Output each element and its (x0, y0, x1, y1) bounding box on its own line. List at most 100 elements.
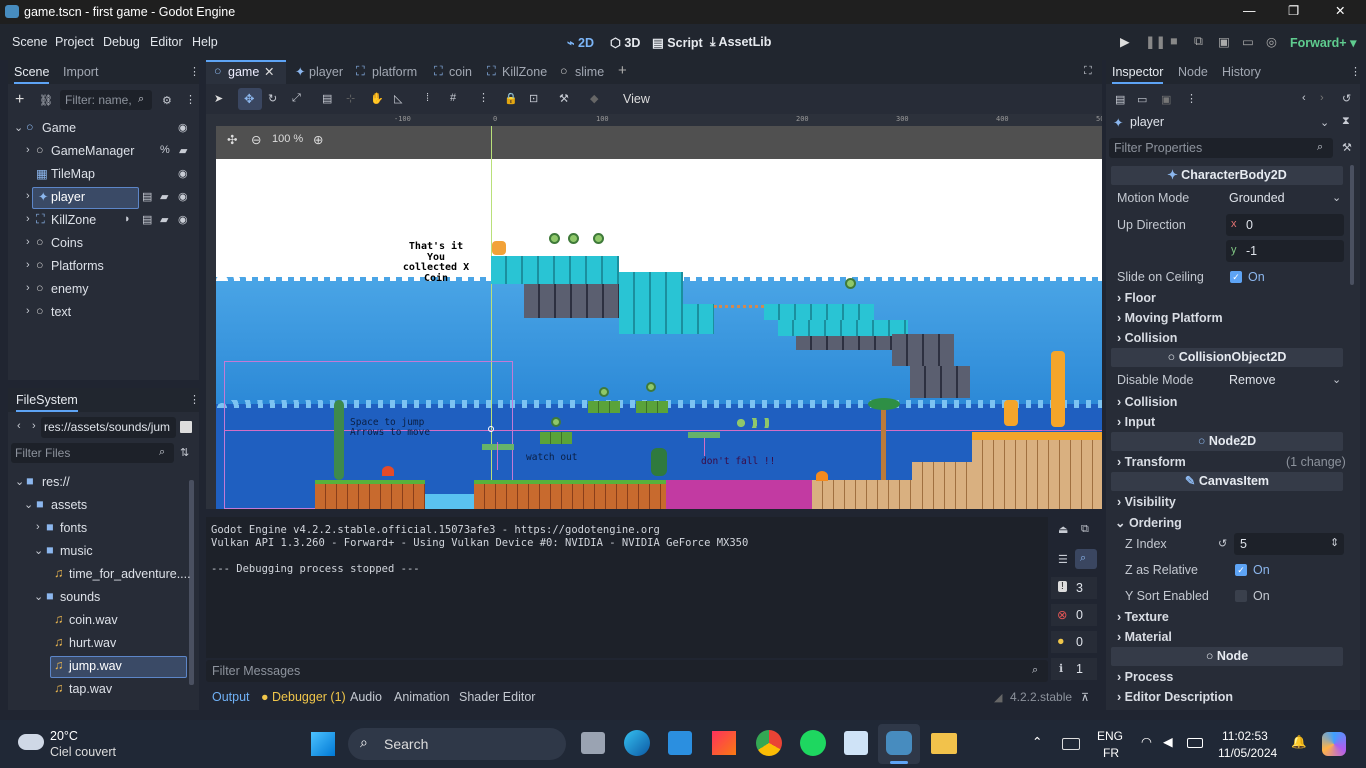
tree-item-killzone[interactable]: › ⛶ KillZone ◗ ▤ ▰ ◉ (8, 210, 199, 232)
tab-scene[interactable]: Scene (14, 65, 50, 84)
clock-date[interactable]: 11/05/2024 (1218, 746, 1277, 760)
close-button[interactable]: ✕ (1335, 3, 1345, 18)
pause-icon[interactable]: ❚❚ (1145, 34, 1166, 49)
tab-audio[interactable]: Audio (350, 690, 382, 704)
dock-menu-icon[interactable]: ⋮ (1350, 65, 1361, 78)
tab-import[interactable]: Import (63, 65, 98, 79)
fs-item-res[interactable]: ⌄ ■ res:// (8, 472, 199, 494)
scene-menu-icon[interactable]: ⋮ (185, 93, 196, 106)
clapper-icon[interactable]: ▤ (142, 213, 152, 226)
temperature[interactable]: 20°C (50, 729, 78, 743)
wifi-icon[interactable]: ◠ (1141, 734, 1152, 749)
workspace-3d[interactable]: ⬡ 3D (610, 35, 640, 50)
pan-tool-icon[interactable]: ✋ (370, 92, 384, 105)
tab-node[interactable]: Node (1178, 65, 1208, 79)
zoom-out-icon[interactable]: ⊖ (251, 132, 261, 147)
canvas-viewport[interactable]: -100 0 100 200 300 400 500 ✣ ⊖ 100 % ⊕ T… (206, 114, 1102, 509)
fs-item-fonts[interactable]: › ■ fonts (8, 518, 199, 540)
play-scene-icon[interactable]: ▭ (1242, 34, 1254, 49)
filter-messages-input[interactable]: Filter Messages ⌕ (206, 660, 1048, 682)
pin-panel-icon[interactable]: ⊼ (1081, 691, 1089, 704)
revert-icon[interactable]: ↺ (1218, 537, 1227, 550)
filter-properties-input[interactable]: Filter Properties ⌕ (1109, 138, 1333, 158)
chevron-down-icon[interactable]: ⌄ (1320, 116, 1329, 129)
filter-options-icon[interactable]: ⚙ (162, 94, 172, 107)
up-direction-y-field[interactable]: y -1 (1226, 240, 1344, 262)
edge-icon[interactable] (624, 730, 650, 756)
fs-item-assets[interactable]: ⌄ ■ assets (8, 495, 199, 517)
group-collision-2[interactable]: › Collision (1117, 395, 1177, 409)
split-view-icon[interactable] (180, 421, 192, 433)
tab-slime[interactable]: slime (575, 65, 604, 79)
scale-tool-icon[interactable]: ⤢ (292, 92, 301, 105)
group-process[interactable]: › Process (1117, 670, 1173, 684)
volume-icon[interactable]: ◀ (1163, 734, 1173, 749)
lock-icon[interactable]: 🔒 (504, 92, 518, 105)
fs-item-sounds[interactable]: ⌄ ■ sounds (8, 587, 199, 609)
group-collision[interactable]: › Collision (1117, 331, 1177, 345)
add-tab-icon[interactable]: + (618, 62, 627, 79)
pivot-tool-icon[interactable]: ⊹ (346, 92, 355, 105)
godot-taskbar-icon[interactable] (886, 731, 912, 755)
output-log[interactable]: Godot Engine v4.2.2.stable.official.1507… (206, 517, 1048, 658)
history-icon[interactable]: ↺ (1342, 92, 1351, 105)
disable-mode-select[interactable]: Remove ⌄ (1226, 370, 1344, 391)
open-resource-icon[interactable]: ▭ (1137, 93, 1147, 106)
sort-icon[interactable]: ⇅ (180, 446, 189, 459)
forward-icon[interactable]: › (32, 420, 36, 432)
tree-item-enemy[interactable]: › ○ enemy (8, 279, 199, 301)
tab-platform[interactable]: platform (372, 65, 417, 79)
tab-inspector[interactable]: Inspector (1112, 65, 1164, 84)
tab-history[interactable]: History (1222, 65, 1261, 79)
spin-arrows-icon[interactable]: ⇕ (1330, 536, 1339, 549)
rotate-tool-icon[interactable]: ↻ (268, 92, 277, 105)
group-visibility[interactable]: › Visibility (1117, 495, 1176, 509)
path-input[interactable]: res://assets/sounds/jum (41, 417, 176, 438)
renderer-select[interactable]: Forward+ ▾ (1290, 35, 1356, 50)
distraction-free-icon[interactable]: ⛶ (1084, 65, 1092, 78)
z-index-field[interactable]: 5 ⇕ (1234, 533, 1344, 555)
move-tool-icon[interactable]: ✥ (244, 91, 254, 106)
history-back-icon[interactable]: ‹ (1302, 92, 1306, 104)
collapse-icon[interactable]: ☰ (1058, 553, 1068, 566)
visibility-icon[interactable]: ◉ (178, 167, 188, 180)
zoom-level[interactable]: 100 % (272, 133, 303, 145)
view-menu[interactable]: View (623, 92, 650, 106)
object-history-icon[interactable]: ⧗ (1342, 115, 1350, 128)
scrollbar[interactable] (1350, 165, 1354, 285)
workspace-script[interactable]: ▤ Script (652, 35, 703, 50)
center-view-icon[interactable]: ✣ (227, 132, 237, 147)
play-custom-icon[interactable]: ◎ (1266, 34, 1277, 49)
tab-filesystem[interactable]: FileSystem (16, 393, 78, 412)
bone-icon[interactable]: ⚒ (559, 92, 569, 105)
fs-item-music-file[interactable]: ♫ time_for_adventure.... (8, 564, 199, 586)
play-icon[interactable]: ▶ (1120, 34, 1130, 49)
smart-snap-icon[interactable]: ⁞ (426, 92, 429, 104)
group-floor[interactable]: › Floor (1117, 291, 1156, 305)
tools-icon[interactable]: ⚒ (1342, 141, 1352, 154)
extra-options-icon[interactable]: ⋮ (1186, 92, 1197, 105)
scene-filter-input[interactable]: Filter: name, ⌕ (60, 90, 152, 110)
jetbrains-icon[interactable] (712, 731, 736, 755)
tree-item-gamemanager[interactable]: › ○ GameManager % ▰ (8, 141, 199, 163)
workspace-2d[interactable]: ⌁ 2D (567, 35, 594, 50)
script-icon[interactable]: ▰ (179, 144, 187, 157)
tab-debugger[interactable]: ● Debugger (1) (261, 690, 346, 704)
weather-text[interactable]: Ciel couvert (50, 745, 116, 759)
maximize-button[interactable]: ❐ (1288, 3, 1299, 18)
group-ordering[interactable]: ⌄ Ordering (1115, 515, 1182, 530)
save-resource-icon[interactable]: ▣ (1161, 93, 1171, 106)
taskbar-search[interactable]: ⌕ Search (348, 728, 566, 760)
tab-animation[interactable]: Animation (394, 690, 450, 704)
dock-menu-icon[interactable]: ⋮ (189, 65, 200, 78)
movie-icon[interactable]: ▣ (1218, 34, 1230, 49)
battery-icon[interactable] (1187, 738, 1203, 748)
menu-debug[interactable]: Debug (103, 35, 140, 49)
new-resource-icon[interactable]: ▤ (1115, 93, 1125, 106)
group-texture[interactable]: › Texture (1117, 610, 1169, 624)
file-explorer-icon[interactable] (931, 733, 957, 754)
group-transform[interactable]: › Transform (1117, 455, 1186, 469)
list-select-icon[interactable]: ▤ (322, 92, 332, 105)
clapper-icon[interactable]: ▤ (142, 190, 152, 203)
fs-item-music[interactable]: ⌄ ■ music (8, 541, 199, 563)
